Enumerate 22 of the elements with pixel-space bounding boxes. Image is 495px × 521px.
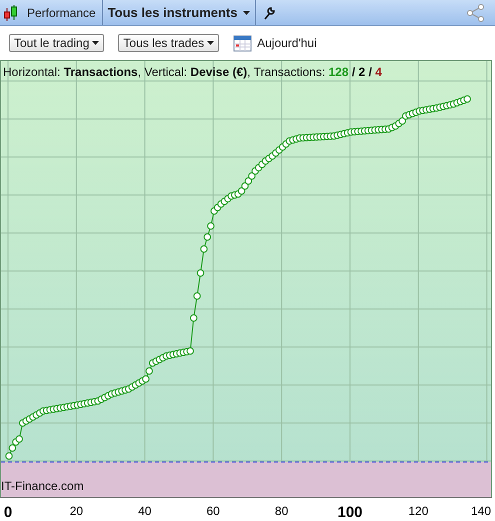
share-icon[interactable] (467, 4, 485, 22)
axis-tick-label: 140 (470, 503, 491, 520)
toolbar-title: Performance (27, 4, 97, 22)
caret-icon (207, 41, 214, 45)
axis-tick-label: 20 (70, 503, 84, 520)
caret-icon (92, 41, 100, 45)
calendar-icon[interactable] (233, 33, 254, 53)
filter-dropdown[interactable]: Tout le trading (9, 34, 104, 52)
axis-tick-label: 0 (4, 503, 12, 521)
axis-tick-label: 120 (408, 503, 428, 520)
candlestick-icon (3, 4, 19, 22)
wrench-icon[interactable] (262, 6, 276, 20)
date-label[interactable]: Aujourd'hui (257, 34, 317, 52)
axis-tick-label: 100 (337, 503, 363, 521)
axis-tick-label: 40 (138, 503, 152, 520)
filter-dropdown[interactable]: Tous les trades (118, 34, 220, 52)
chart-info: Horizontal: Transactions, Vertical: Devise (€), Transactions: 128 / 2 / 4 (3, 64, 382, 81)
axis-tick-label: 60 (206, 503, 220, 520)
axis-tick-label: 80 (274, 503, 288, 520)
caret-icon (242, 10, 250, 14)
watermark-text: IT-Finance.com (1, 478, 84, 495)
instrument-dropdown[interactable]: Tous les instruments (102, 0, 254, 25)
